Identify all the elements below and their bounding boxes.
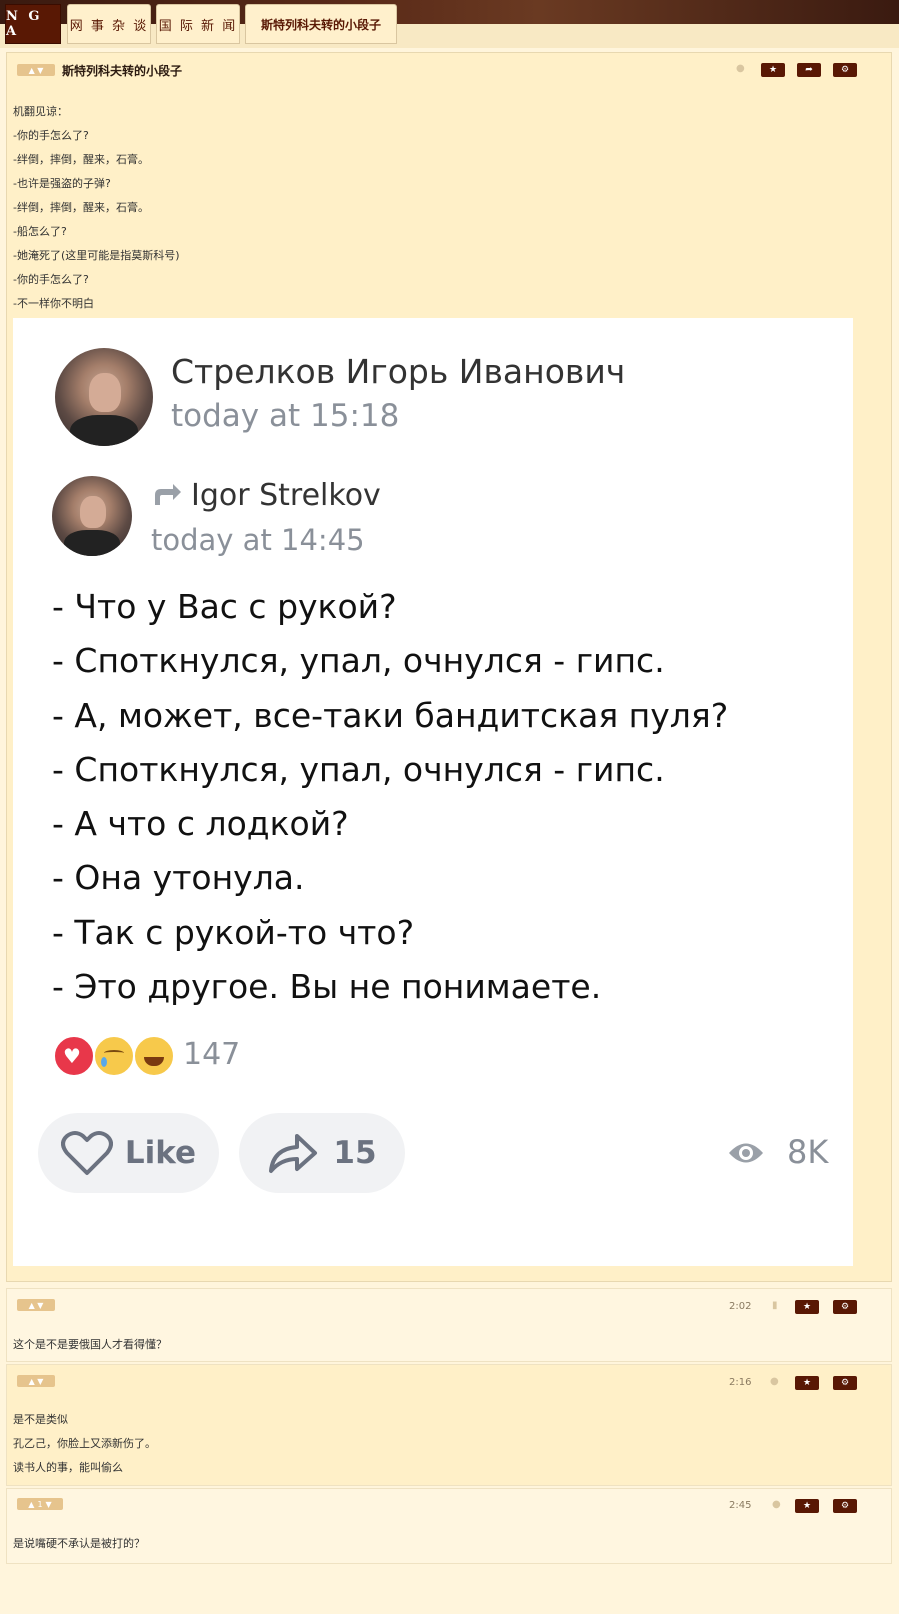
message-line: - Это другое. Вы не понимаете. (52, 967, 602, 1007)
gear-icon[interactable]: ⚙ (833, 1499, 857, 1513)
breadcrumb-tab-1[interactable]: 网 事 杂 谈 (67, 4, 151, 44)
laughing-reaction-icon[interactable] (133, 1035, 175, 1077)
gear-icon[interactable]: ⚙ (833, 1376, 857, 1390)
heart-outline-icon (60, 1131, 113, 1175)
like-button[interactable]: Like (38, 1113, 219, 1193)
post-line: -船怎么了? (13, 225, 67, 238)
heart-reaction-icon[interactable]: ♥ (53, 1035, 95, 1077)
post-line: -你的手怎么了? (13, 273, 89, 286)
post-line: -不一样你不明白 (13, 297, 94, 310)
forward-icon (155, 484, 181, 505)
author-name: Стрелков Игорь Иванович (171, 352, 626, 391)
reply-body: 这个是不是要俄国人才看得懂？ (13, 1333, 167, 1357)
vote-buttons[interactable]: ▲ ▼ (17, 64, 55, 76)
reply-line: 读书人的事，能叫偷么 (13, 1461, 123, 1474)
post-line: 机翻见谅： (13, 105, 68, 118)
gear-icon[interactable]: ⚙ (833, 63, 857, 77)
message-line: - Что у Вас с рукой? (52, 587, 397, 626)
android-icon: ● (770, 1376, 779, 1387)
gear-icon[interactable]: ⚙ (833, 1300, 857, 1314)
reply-line: 是不是类似 (13, 1413, 68, 1426)
vote-buttons[interactable]: ▲ ▼ (17, 1375, 55, 1387)
star-icon[interactable]: ★ (795, 1499, 819, 1513)
post-line: -你的手怎么了? (13, 129, 89, 142)
reply-time: 2:16 (729, 1377, 752, 1388)
star-icon[interactable]: ★ (761, 63, 785, 77)
post-line: -绊倒，摔倒，醒来，石膏。 (13, 201, 149, 214)
like-count: 1 (37, 1499, 43, 1509)
message-line: - А, может, все-таки бандитская пуля? (52, 695, 729, 735)
star-icon[interactable]: ★ (795, 1300, 819, 1314)
message-line: - А что с лодкой? (52, 804, 349, 844)
message-body: - Что у Вас с рукой? - Споткнулся, упал,… (52, 580, 728, 1014)
like-label: Like (124, 1135, 197, 1171)
vote-buttons[interactable]: ▲ 1 ▼ (17, 1498, 63, 1510)
reply-time: 2:45 (729, 1500, 752, 1511)
reply-body: 是不是类似 孔乙己，你脸上又添新伤了。 读书人的事，能叫偷么 (13, 1408, 156, 1480)
embedded-screenshot[interactable]: Стрелков Игорь Иванович today at 15:18 I… (13, 318, 853, 1266)
message-line: - Она утонула. (52, 858, 305, 898)
share-arrow-icon (269, 1134, 318, 1173)
android-icon: ● (736, 63, 745, 74)
breadcrumb-tab-2[interactable]: 国 际 新 闻 (156, 4, 240, 44)
post-body: 机翻见谅： -你的手怎么了? -绊倒，摔倒，醒来，石膏。 -也许是强盗的子弹? … (13, 100, 180, 316)
star-icon[interactable]: ★ (795, 1376, 819, 1390)
author-time: today at 15:18 (171, 398, 400, 434)
apple-icon: ● (772, 1499, 781, 1510)
message-line: - Споткнулся, упал, очнулся - гипс. (52, 749, 665, 789)
eye-icon (729, 1143, 763, 1163)
forward-avatar (52, 476, 132, 556)
post-line: -也许是强盗的子弹? (13, 177, 111, 190)
author-avatar (55, 348, 153, 446)
post-line: -绊倒，摔倒，醒来，石膏。 (13, 153, 149, 166)
crying-reaction-icon[interactable] (93, 1035, 135, 1077)
message-line: - Так с рукой-то что? (52, 912, 415, 952)
forward-author: Igor Strelkov (191, 478, 381, 513)
share-count: 15 (333, 1135, 377, 1171)
nga-logo[interactable]: N G A (5, 4, 61, 44)
forward-time: today at 14:45 (151, 523, 365, 557)
post-title: 斯特列科夫转的小段子 (62, 64, 183, 78)
phone-icon: ▮ (772, 1300, 778, 1311)
breadcrumb-tab-3[interactable]: 斯特列科夫转的小段子 (245, 4, 397, 44)
reply-line: 这个是不是要俄国人才看得懂？ (13, 1338, 167, 1351)
share-button[interactable]: 15 (239, 1113, 405, 1193)
reply-line: 孔乙己，你脸上又添新伤了。 (13, 1437, 156, 1450)
views-count: 8K (787, 1133, 829, 1171)
reply-line: 是说嘴硬不承认是被打的？ (13, 1537, 145, 1550)
reply-time: 2:02 (729, 1301, 752, 1312)
vote-buttons[interactable]: ▲ ▼ (17, 1299, 55, 1311)
message-line: - Споткнулся, упал, очнулся - гипс. (52, 641, 665, 681)
reactions-count: 147 (183, 1037, 241, 1072)
share-icon[interactable]: ➦ (797, 63, 821, 77)
reply-body: 是说嘴硬不承认是被打的？ (13, 1532, 145, 1556)
post-line: -她淹死了(这里可能是指莫斯科号) (13, 249, 180, 262)
